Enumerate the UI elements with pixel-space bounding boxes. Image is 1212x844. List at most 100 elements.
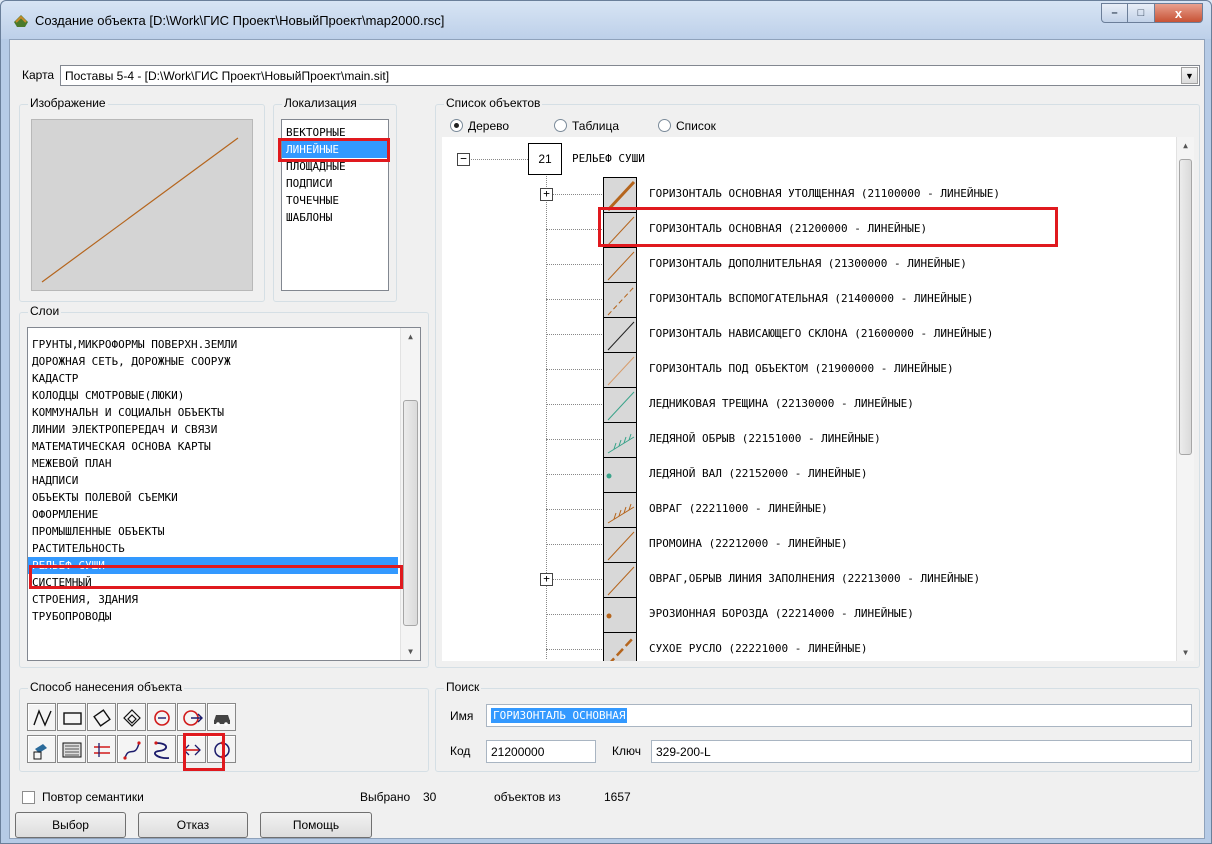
expand-icon[interactable]: + xyxy=(540,573,553,586)
select-button[interactable]: Выбор xyxy=(15,812,126,838)
localization-item[interactable]: ТОЧЕЧНЫЕ xyxy=(282,192,388,209)
view-tree-radio[interactable] xyxy=(450,119,463,132)
layer-item[interactable]: ПРОМЫШЛЕННЫЕ ОБЪЕКТЫ xyxy=(28,523,420,540)
layer-item[interactable]: ОБЪЕКТЫ ПОЛЕВОЙ СЪЕМКИ xyxy=(28,489,420,506)
tree-item-label[interactable]: ГОРИЗОНТАЛЬ НАВИСАЮЩЕГО СКЛОНА (21600000… xyxy=(649,327,993,340)
layer-item[interactable]: МЕЖЕВОЙ ПЛАН xyxy=(28,455,420,472)
localization-item[interactable]: ПОДПИСИ xyxy=(282,175,388,192)
scroll-down-icon[interactable]: ▼ xyxy=(1177,644,1194,661)
cancel-button[interactable]: Отказ xyxy=(138,812,248,838)
tree-item[interactable]: ГОРИЗОНТАЛЬ ДОПОЛНИТЕЛЬНАЯ (21300000 - Л… xyxy=(442,247,1142,283)
curve-tool-button[interactable] xyxy=(117,735,146,763)
tree-item[interactable]: ОВРАГ (22211000 - ЛИНЕЙНЫЕ) xyxy=(442,492,1142,528)
tree-item[interactable]: ПРОМОИНА (22212000 - ЛИНЕЙНЫЕ) xyxy=(442,527,1142,563)
paste-object-button[interactable] xyxy=(27,735,56,763)
tree-line xyxy=(546,544,602,545)
tree-item-label[interactable]: ЛЕДЯНОЙ ВАЛ (22152000 - ЛИНЕЙНЫЕ) xyxy=(649,467,868,480)
teal-cliff-icon xyxy=(603,422,637,458)
arc-tool-button[interactable] xyxy=(177,703,206,731)
tree-item[interactable]: ЛЕДЯНОЙ ОБРЫВ (22151000 - ЛИНЕЙНЫЕ) xyxy=(442,422,1142,458)
tree-item[interactable]: ГОРИЗОНТАЛЬ ПОД ОБЪЕКТОМ (21900000 - ЛИН… xyxy=(442,352,1142,388)
layer-item[interactable]: КАДАСТР xyxy=(28,370,420,387)
tree-item-label[interactable]: СУХОЕ РУСЛО (22221000 - ЛИНЕЙНЫЕ) xyxy=(649,642,868,655)
layer-item[interactable]: МАТЕМАТИЧЕСКАЯ ОСНОВА КАРТЫ xyxy=(28,438,420,455)
layer-item[interactable]: ОФОРМЛЕНИЕ xyxy=(28,506,420,523)
tree-item[interactable]: ЛЕДНИКОВАЯ ТРЕЩИНА (22130000 - ЛИНЕЙНЫЕ) xyxy=(442,387,1142,423)
view-table-label[interactable]: Таблица xyxy=(572,119,619,133)
close-button[interactable]: x xyxy=(1155,3,1203,23)
tree-item-label[interactable]: ЛЕДНИКОВАЯ ТРЕЩИНА (22130000 - ЛИНЕЙНЫЕ) xyxy=(649,397,914,410)
layer-item[interactable]: ЛИНИИ ЭЛЕКТРОПЕРЕДАЧ И СВЯЗИ xyxy=(28,421,420,438)
tree-item-label[interactable]: ОВРАГ (22211000 - ЛИНЕЙНЫЕ) xyxy=(649,502,828,515)
layer-item[interactable]: ТРУБОПРОВОДЫ xyxy=(28,608,420,625)
tree-item-label[interactable]: ГОРИЗОНТАЛЬ ПОД ОБЪЕКТОМ (21900000 - ЛИН… xyxy=(649,362,954,375)
view-list-radio[interactable] xyxy=(658,119,671,132)
expand-icon[interactable]: + xyxy=(540,188,553,201)
search-key-label: Ключ xyxy=(612,744,641,758)
tree-item-label[interactable]: ГОРИЗОНТАЛЬ ВСПОМОГАТЕЛЬНАЯ (21400000 - … xyxy=(649,292,974,305)
tree-item[interactable]: ГОРИЗОНТАЛЬ НАВИСАЮЩЕГО СКЛОНА (21600000… xyxy=(442,317,1142,353)
polygon-tool-button[interactable] xyxy=(117,703,146,731)
object-highlight-frame xyxy=(598,207,1058,247)
collapse-icon[interactable]: − xyxy=(457,153,470,166)
scroll-up-icon[interactable]: ▲ xyxy=(1177,137,1194,154)
rhombus-tool-button[interactable] xyxy=(87,703,116,731)
tree-item-label[interactable]: ЛЕДЯНОЙ ОБРЫВ (22151000 - ЛИНЕЙНЫЕ) xyxy=(649,432,881,445)
parallel-line-button[interactable] xyxy=(87,735,116,763)
spline-tool-button[interactable] xyxy=(147,735,176,763)
polyline-tool-button[interactable] xyxy=(27,703,56,731)
tree-item-label[interactable]: ГОРИЗОНТАЛЬ ДОПОЛНИТЕЛЬНАЯ (21300000 - Л… xyxy=(649,257,967,270)
root-label[interactable]: РЕЛЬЕФ СУШИ xyxy=(572,152,645,165)
objects-scroll-thumb[interactable] xyxy=(1179,159,1192,455)
tree-item-label[interactable]: ГОРИЗОНТАЛЬ ОСНОВНАЯ УТОЛЩЕННАЯ (2110000… xyxy=(649,187,1000,200)
title-bar[interactable]: Создание объекта [D:\Work\ГИС Проект\Нов… xyxy=(1,1,1211,39)
maximize-button[interactable]: □ xyxy=(1128,3,1155,23)
search-name-input[interactable]: ГОРИЗОНТАЛЬ ОСНОВНАЯ xyxy=(486,704,1192,727)
selected-count: 30 xyxy=(423,790,437,804)
view-table-radio[interactable] xyxy=(554,119,567,132)
localization-group: Локализация ВЕКТОРНЫЕ ЛИНЕЙНЫЕ ПЛОЩАДНЫЕ… xyxy=(273,96,397,302)
vehicle-tool-button[interactable] xyxy=(207,703,236,731)
layer-item[interactable]: ДОРОЖНАЯ СЕТЬ, ДОРОЖНЫЕ СООРУЖ xyxy=(28,353,420,370)
tree-item-label[interactable]: ОВРАГ,ОБРЫВ ЛИНИЯ ЗАПОЛНЕНИЯ (22213000 -… xyxy=(649,572,980,585)
rectangle-tool-button[interactable] xyxy=(57,703,86,731)
layer-item[interactable]: РАСТИТЕЛЬНОСТЬ xyxy=(28,540,420,557)
chevron-down-icon[interactable]: ▼ xyxy=(1181,67,1198,84)
tree-item[interactable]: + ОВРАГ,ОБРЫВ ЛИНИЯ ЗАПОЛНЕНИЯ (22213000 … xyxy=(442,562,1142,598)
tree-item[interactable]: ЭРОЗИОННАЯ БОРОЗДА (22214000 - ЛИНЕЙНЫЕ) xyxy=(442,597,1142,633)
help-button[interactable]: Помощь xyxy=(260,812,372,838)
search-key-value: 329-200-L xyxy=(656,745,711,759)
circle-tool-button[interactable] xyxy=(147,703,176,731)
tree-line xyxy=(546,264,602,265)
layer-item[interactable]: ГРУНТЫ,МИКРОФОРМЫ ПОВЕРХН.ЗЕМЛИ xyxy=(28,336,420,353)
tree-item[interactable]: ГОРИЗОНТАЛЬ ВСПОМОГАТЕЛЬНАЯ (21400000 - … xyxy=(442,282,1142,318)
layer-item[interactable]: СТРОЕНИЯ, ЗДАНИЯ xyxy=(28,591,420,608)
tree-line xyxy=(546,299,602,300)
map-select[interactable]: Поставы 5-4 - [D:\Work\ГИС Проект\НовыйП… xyxy=(60,65,1200,86)
tree-item[interactable]: ЛЕДЯНОЙ ВАЛ (22152000 - ЛИНЕЙНЫЕ) xyxy=(442,457,1142,493)
view-list-label[interactable]: Список xyxy=(676,119,716,133)
thin-brown-line-icon xyxy=(603,527,637,563)
layer-item[interactable]: КОММУНАЛЬН И СОЦИАЛЬН ОБЪЕКТЫ xyxy=(28,404,420,421)
search-key-input[interactable]: 329-200-L xyxy=(651,740,1192,763)
layers-scrollbar[interactable]: ▲ ▼ xyxy=(400,328,420,660)
repeat-semantics-label[interactable]: Повтор семантики xyxy=(42,790,144,804)
curve-tool-icon xyxy=(123,741,141,760)
tree-item[interactable]: СУХОЕ РУСЛО (22221000 - ЛИНЕЙНЫЕ) xyxy=(442,632,1142,661)
scroll-up-icon[interactable]: ▲ xyxy=(401,328,420,345)
view-tree-label[interactable]: Дерево xyxy=(468,119,509,133)
brown-dot-icon xyxy=(603,597,637,633)
search-code-input[interactable]: 21200000 xyxy=(486,740,596,763)
repeat-semantics-checkbox[interactable] xyxy=(22,791,35,804)
localization-item[interactable]: ШАБЛОНЫ xyxy=(282,209,388,226)
layers-list[interactable]: ГРУНТЫ,МИКРОФОРМЫ ПОВЕРХН.ЗЕМЛИ ДОРОЖНАЯ… xyxy=(27,327,421,661)
keyboard-button[interactable] xyxy=(57,735,86,763)
layers-scroll-thumb[interactable] xyxy=(403,400,418,626)
minimize-button[interactable]: – xyxy=(1101,3,1128,23)
tree-item-label[interactable]: ЭРОЗИОННАЯ БОРОЗДА (22214000 - ЛИНЕЙНЫЕ) xyxy=(649,607,914,620)
tree-item-label[interactable]: ПРОМОИНА (22212000 - ЛИНЕЙНЫЕ) xyxy=(649,537,848,550)
objects-scrollbar[interactable]: ▲ ▼ xyxy=(1176,137,1194,661)
layer-item[interactable]: КОЛОДЦЫ СМОТРОВЫЕ(ЛЮКИ) xyxy=(28,387,420,404)
scroll-down-icon[interactable]: ▼ xyxy=(401,643,420,660)
layer-item[interactable]: НАДПИСИ xyxy=(28,472,420,489)
